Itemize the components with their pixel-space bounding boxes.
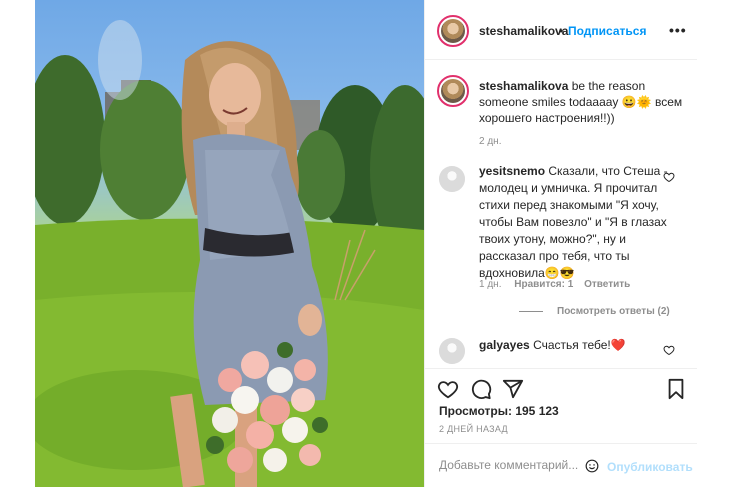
view-replies-button[interactable]: Посмотреть ответы (2) — [519, 306, 670, 317]
reply-button[interactable]: Ответить — [584, 279, 630, 290]
commenter-avatar[interactable] — [439, 338, 465, 364]
post-media-image[interactable] — [35, 0, 424, 487]
comment-item: yesitsnemo Сказали, что Стеша - молодец … — [479, 163, 679, 282]
default-avatar-icon — [439, 338, 465, 364]
replies-divider — [519, 310, 543, 312]
comment-like-heart-icon[interactable] — [663, 344, 675, 356]
smiley-icon[interactable] — [585, 459, 599, 476]
caption-avatar[interactable] — [437, 75, 469, 107]
post-timestamp[interactable]: 2 ДНЕЙ НАЗАД — [439, 424, 508, 434]
comment-text: Сказали, что Стеша - молодец и умничка. … — [479, 164, 668, 280]
post-caption: steshamalikova be the reason someone smi… — [479, 78, 691, 126]
commenter-avatar[interactable] — [439, 166, 465, 192]
views-count: Просмотры: 195 123 — [439, 404, 559, 418]
heart-icon[interactable] — [437, 378, 459, 400]
paper-plane-icon[interactable] — [502, 378, 524, 400]
caption-username[interactable]: steshamalikova — [479, 79, 568, 93]
comment-time[interactable]: 1 дн. — [479, 279, 501, 290]
view-replies-label: Посмотреть ответы (2) — [557, 306, 670, 317]
comment-username[interactable]: galyayes — [479, 338, 530, 352]
comment-username[interactable]: yesitsnemo — [479, 164, 545, 178]
author-username[interactable]: steshamalikova — [479, 24, 568, 38]
follow-button[interactable]: Подписаться — [568, 24, 646, 38]
bookmark-icon[interactable] — [665, 378, 687, 400]
comment-likes[interactable]: Нравится: 1 — [514, 279, 573, 290]
publish-button[interactable]: Опубликовать — [607, 460, 693, 474]
comment-like-heart-icon[interactable] — [663, 171, 675, 183]
post-sidebar: steshamalikova • Подписаться ••• stesham… — [424, 0, 697, 487]
comment-input[interactable] — [439, 458, 599, 472]
default-avatar-icon — [439, 166, 465, 192]
comment-text: Счастья тебе!❤️ — [533, 338, 626, 352]
post-header: steshamalikova • Подписаться ••• — [425, 0, 697, 60]
comment-item: galyayes Счастья тебе!❤️ — [479, 337, 679, 354]
post-photo — [35, 20, 424, 487]
caption-avatar-image — [441, 79, 465, 103]
post-actions-bar — [425, 368, 697, 402]
more-options-icon[interactable]: ••• — [669, 22, 687, 38]
author-avatar-image — [441, 19, 465, 43]
comment-meta: 1 дн. Нравится: 1 Ответить — [479, 279, 630, 290]
separator-dot: • — [559, 24, 564, 38]
caption-time[interactable]: 2 дн. — [479, 136, 501, 147]
author-avatar[interactable] — [437, 15, 469, 47]
comment-icon[interactable] — [470, 378, 492, 400]
comment-compose: Опубликовать — [425, 443, 697, 487]
